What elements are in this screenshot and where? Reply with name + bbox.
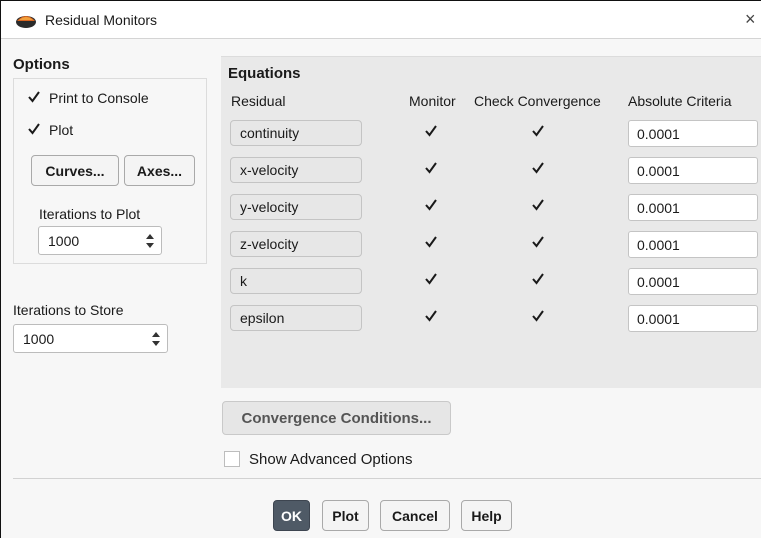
- axes-button[interactable]: Axes...: [124, 155, 195, 186]
- monitor-checkbox[interactable]: [424, 272, 438, 286]
- residual-name: y-velocity: [230, 194, 362, 220]
- check-convergence-header: Check Convergence: [474, 93, 601, 109]
- monitor-checkbox[interactable]: [424, 124, 438, 138]
- show-advanced-options-checkbox[interactable]: [224, 451, 240, 467]
- plot-button[interactable]: Plot: [322, 500, 369, 531]
- monitor-checkbox[interactable]: [424, 161, 438, 175]
- absolute-criteria-input[interactable]: 0.0001: [628, 231, 758, 258]
- absolute-criteria-header: Absolute Criteria: [628, 93, 732, 109]
- show-advanced-options-label: Show Advanced Options: [249, 451, 413, 468]
- monitor-checkbox[interactable]: [424, 309, 438, 323]
- spinner-arrows-icon[interactable]: [145, 231, 155, 251]
- iterations-to-store-value: 1000: [23, 331, 55, 347]
- absolute-criteria-input[interactable]: 0.0001: [628, 157, 758, 184]
- plot-label: Plot: [49, 122, 74, 138]
- check-convergence-checkbox[interactable]: [531, 235, 545, 249]
- check-convergence-checkbox[interactable]: [531, 272, 545, 286]
- spinner-arrows-icon[interactable]: [151, 329, 161, 349]
- check-convergence-checkbox[interactable]: [531, 198, 545, 212]
- residual-name: x-velocity: [230, 157, 362, 183]
- options-title: Options: [13, 56, 70, 73]
- check-convergence-checkbox[interactable]: [531, 124, 545, 138]
- monitor-checkbox[interactable]: [424, 235, 438, 249]
- absolute-criteria-input[interactable]: 0.0001: [628, 268, 758, 295]
- absolute-criteria-input[interactable]: 0.0001: [628, 305, 758, 332]
- monitor-checkbox[interactable]: [424, 198, 438, 212]
- plot-checkbox[interactable]: [27, 122, 41, 136]
- residual-name: z-velocity: [230, 231, 362, 257]
- cancel-button[interactable]: Cancel: [380, 500, 450, 531]
- residual-name: k: [230, 268, 362, 294]
- curves-button[interactable]: Curves...: [31, 155, 119, 186]
- residual-name: continuity: [230, 120, 362, 146]
- residual-monitors-dialog: Residual Monitors × Options Print to Con…: [0, 0, 761, 538]
- residual-name: epsilon: [230, 305, 362, 331]
- fluent-app-icon: [15, 13, 37, 29]
- print-to-console-checkbox[interactable]: [27, 90, 41, 104]
- monitor-header: Monitor: [409, 93, 456, 109]
- ok-button[interactable]: OK: [273, 500, 310, 531]
- iterations-to-store-spinner[interactable]: 1000: [13, 324, 168, 353]
- title-bar: Residual Monitors ×: [1, 1, 761, 39]
- equations-title: Equations: [228, 65, 301, 82]
- residual-header: Residual: [231, 93, 286, 109]
- convergence-conditions-button[interactable]: Convergence Conditions...: [222, 401, 451, 435]
- iterations-to-store-label: Iterations to Store: [13, 302, 124, 318]
- iterations-to-plot-value: 1000: [48, 233, 80, 249]
- check-convergence-checkbox[interactable]: [531, 309, 545, 323]
- iterations-to-plot-spinner[interactable]: 1000: [38, 226, 162, 255]
- iterations-to-plot-label: Iterations to Plot: [39, 206, 141, 222]
- absolute-criteria-input[interactable]: 0.0001: [628, 194, 758, 221]
- help-button[interactable]: Help: [461, 500, 512, 531]
- footer-divider: [13, 478, 761, 479]
- absolute-criteria-input[interactable]: 0.0001: [628, 120, 758, 147]
- check-convergence-checkbox[interactable]: [531, 161, 545, 175]
- window-title: Residual Monitors: [45, 12, 158, 28]
- close-icon[interactable]: ×: [745, 10, 756, 28]
- print-to-console-label: Print to Console: [49, 90, 149, 106]
